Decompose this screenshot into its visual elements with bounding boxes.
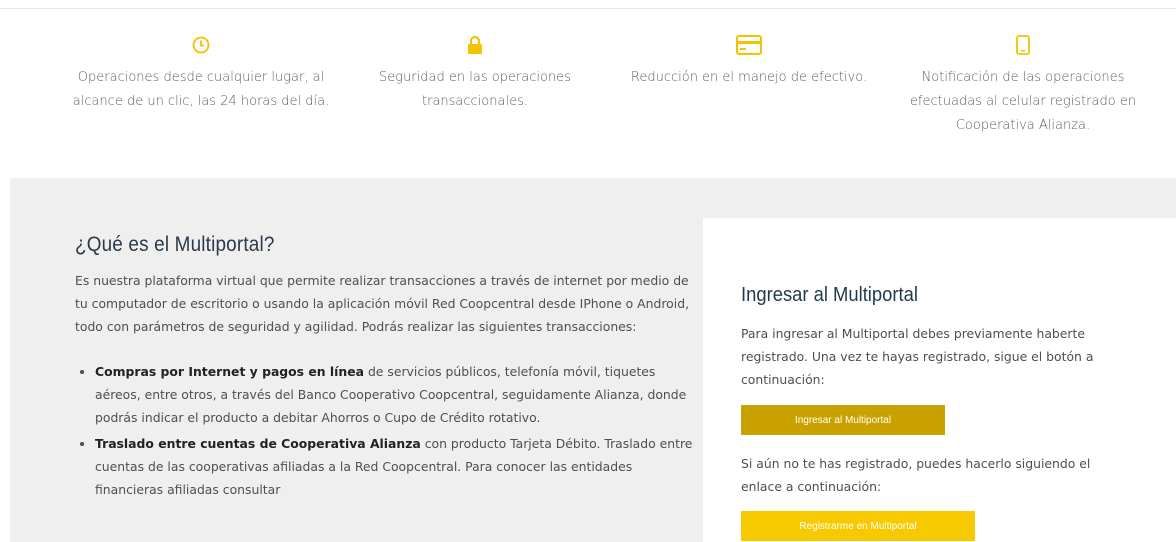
login-card-title: Ingresar al Multiportal [741,284,918,306]
feature-anytime: Operaciones desde cualquier lugar, al al… [66,30,336,114]
info-title: ¿Qué es el Multiportal? [75,233,275,256]
top-divider [0,8,1176,9]
info-intro: Es nuestra plataforma virtual que permit… [75,273,690,334]
feature-cash: Reducción en el manejo de efectivo. [614,30,884,90]
clock-icon [192,36,210,54]
list-item: Compras por Internet y pagos en línea de… [95,360,695,429]
login-card-description: Para ingresar al Multiportal debes previ… [741,326,1094,387]
mobile-phone-icon [1016,35,1030,55]
feature-notification-text: Notificación de las operaciones efectuad… [909,70,1137,133]
feature-notification: Notificación de las operaciones efectuad… [888,30,1158,138]
feature-anytime-text: Operaciones desde cualquier lugar, al al… [72,70,330,109]
register-text: Si aún no te has registrado, puedes hace… [741,456,1091,494]
credit-card-icon [736,35,762,55]
features-strip: Operaciones desde cualquier lugar, al al… [0,0,1176,178]
feature-security-text: Seguridad en las operaciones transaccion… [379,70,571,109]
lock-icon [468,35,482,54]
list-item-bold: Traslado entre cuentas de Cooperativa Al… [95,436,421,451]
transactions-list: Compras por Internet y pagos en línea de… [75,360,695,501]
register-button[interactable]: Registrarme en Multiportal [741,511,975,541]
login-card: Ingresar al Multiportal Para ingresar al… [703,218,1176,542]
feature-cash-text: Reducción en el manejo de efectivo. [630,70,868,85]
multiportal-info: ¿Qué es el Multiportal? Es nuestra plata… [75,233,695,504]
login-button[interactable]: Ingresar al Multiportal [741,405,945,435]
feature-security: Seguridad en las operaciones transaccion… [340,30,610,114]
list-item: Traslado entre cuentas de Cooperativa Al… [95,432,695,501]
list-item-bold: Compras por Internet y pagos en línea [95,364,364,379]
